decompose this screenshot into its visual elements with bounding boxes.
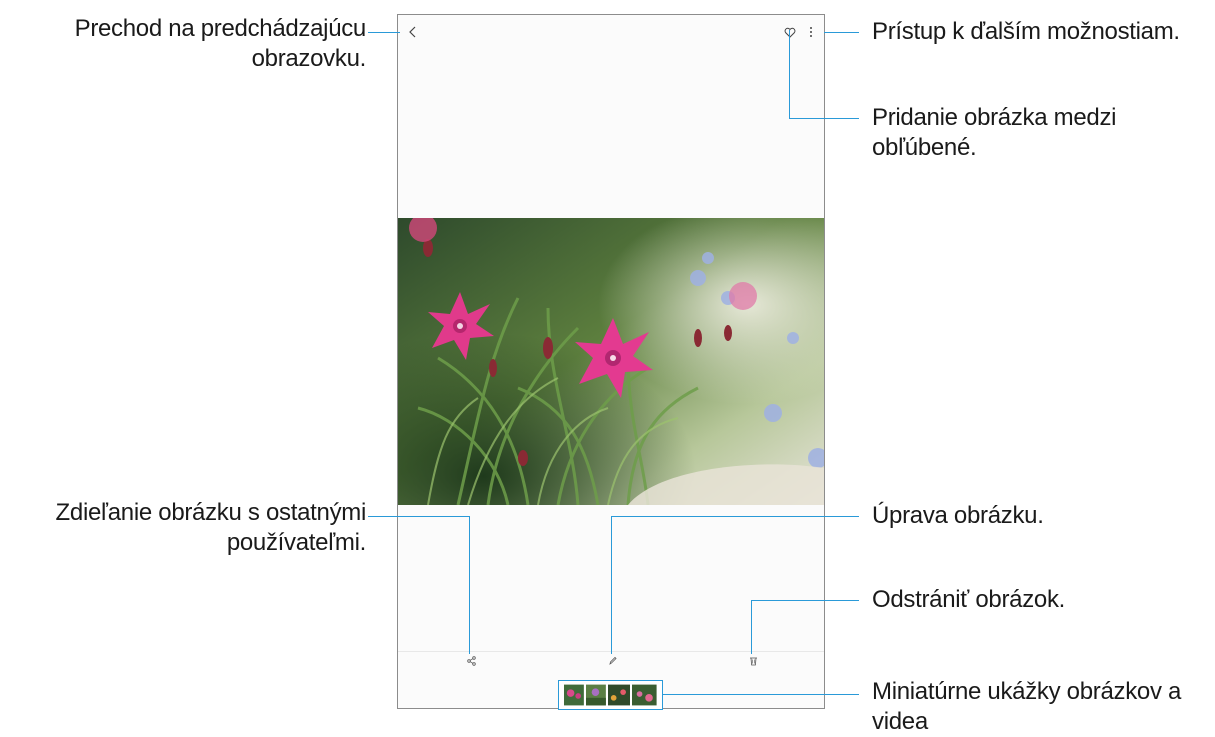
back-arrow-icon[interactable] (405, 24, 421, 40)
bottom-action-bar (398, 651, 824, 676)
callout-delete: Odstrániť obrázok. (872, 586, 1066, 613)
callout-share: Zdieľanie obrázku s ostatnými používateľ… (55, 499, 367, 556)
callout-line-share-v (469, 516, 470, 654)
share-icon (466, 656, 476, 666)
callout-line-favorite-v (789, 30, 790, 119)
main-photo[interactable] (398, 218, 824, 505)
callout-line-thumbnails (662, 694, 859, 695)
callout-line-delete-h (751, 600, 859, 601)
thumbnail[interactable] (632, 684, 658, 706)
callout-edit: Úprava obrázku. (872, 502, 1044, 529)
callout-thumbnails: Miniatúrne ukážky obrázkov a videa (872, 678, 1182, 735)
callout-line-favorite-h (789, 118, 859, 119)
callout-back: Prechod na predchádzajúcu obrazovku. (74, 15, 367, 72)
edit-button[interactable] (599, 656, 625, 678)
thumbnail[interactable] (585, 684, 606, 706)
more-options-icon[interactable] (803, 24, 819, 40)
callout-line-edit-h (611, 516, 859, 517)
callout-favorite: Pridanie obrázka medzi obľúbené. (872, 104, 1117, 161)
callout-line-edit-v (611, 516, 612, 654)
callout-line-more (824, 32, 859, 33)
thumbnail[interactable] (607, 684, 631, 706)
thumbnail[interactable] (564, 684, 584, 706)
callout-line-back (368, 32, 400, 33)
thumbnail-strip[interactable] (558, 680, 663, 710)
trash-icon (749, 657, 757, 666)
heart-icon[interactable] (782, 24, 798, 40)
share-button[interactable] (458, 656, 484, 678)
callout-more: Prístup k ďalším možnostiam. (872, 18, 1180, 45)
callout-line-delete-v (751, 600, 752, 654)
callout-line-share-h (368, 516, 470, 517)
pencil-icon (608, 656, 617, 665)
delete-button[interactable] (740, 656, 766, 678)
